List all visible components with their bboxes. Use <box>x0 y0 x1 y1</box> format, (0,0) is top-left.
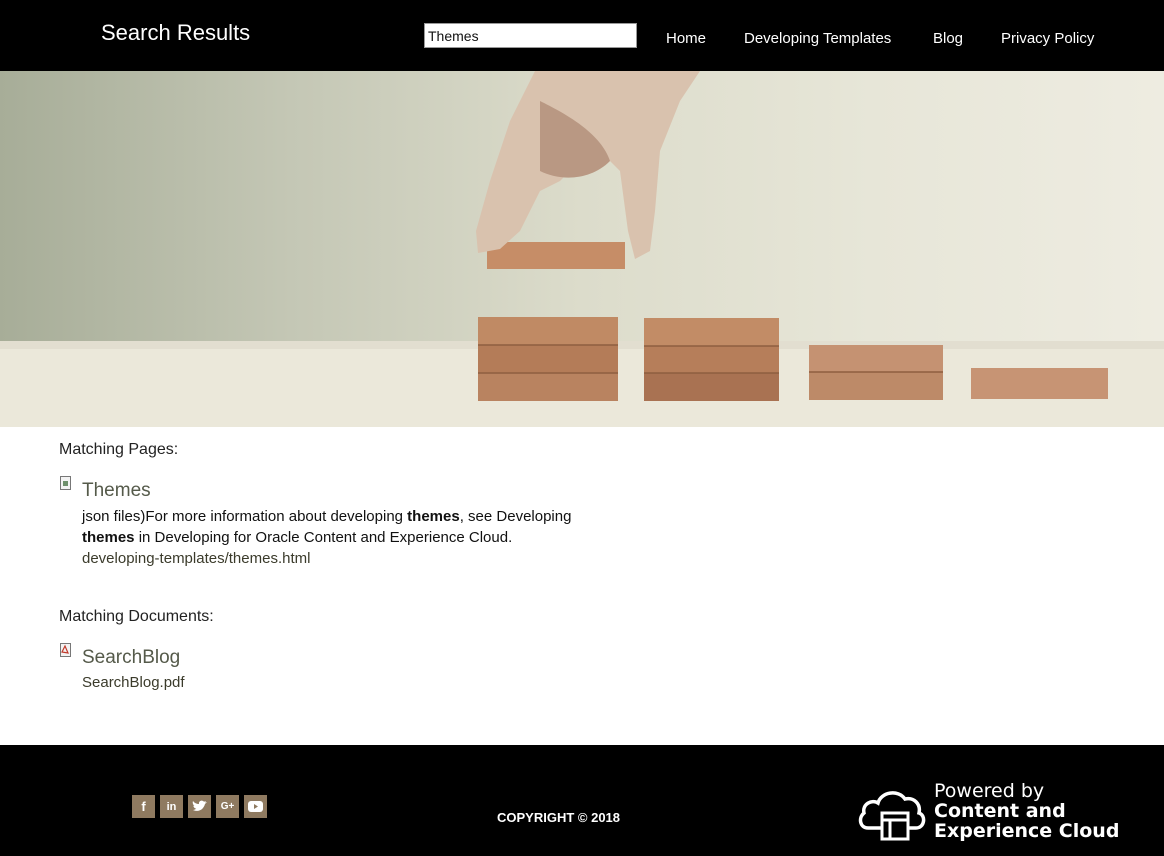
result-snippet: json files)For more information about de… <box>82 508 572 546</box>
nav-privacy-policy-link[interactable]: Privacy Policy <box>1001 30 1094 47</box>
copyright-text: COPYRIGHT © 2018 <box>497 810 621 825</box>
matching-documents-heading: Matching Documents: <box>59 608 214 625</box>
twitter-icon[interactable] <box>188 795 211 818</box>
block-stack-1 <box>478 317 618 401</box>
hero-image <box>0 71 1164 427</box>
linkedin-icon[interactable]: in <box>160 795 183 818</box>
result-url-searchblog[interactable]: SearchBlog.pdf <box>82 674 185 691</box>
youtube-icon[interactable] <box>244 795 267 818</box>
result-title-searchblog[interactable]: SearchBlog <box>82 647 180 669</box>
matching-pages-heading: Matching Pages: <box>59 441 179 458</box>
powered-by-text: Powered by Content and Experience Cloud <box>934 780 1120 842</box>
site-header: Search Results Home Developing Templates… <box>0 0 1164 71</box>
search-input[interactable] <box>424 23 637 48</box>
result-url-themes[interactable]: developing-templates/themes.html <box>82 550 310 567</box>
facebook-icon[interactable]: f <box>132 795 155 818</box>
result-title-themes[interactable]: Themes <box>82 480 151 502</box>
hand-blocks-illustration <box>0 71 1164 427</box>
nav-developing-templates-link[interactable]: Developing Templates <box>744 30 891 47</box>
page-title: Search Results <box>101 20 251 45</box>
page-icon <box>60 476 71 490</box>
social-links: f in G+ <box>132 795 267 818</box>
nav-home-link[interactable]: Home <box>666 30 706 47</box>
block-stack-3 <box>809 345 943 400</box>
pdf-icon <box>60 643 71 657</box>
block-stack-2 <box>644 318 779 401</box>
nav-blog-link[interactable]: Blog <box>933 30 963 47</box>
google-plus-icon[interactable]: G+ <box>216 795 239 818</box>
block-stack-4 <box>971 368 1108 399</box>
